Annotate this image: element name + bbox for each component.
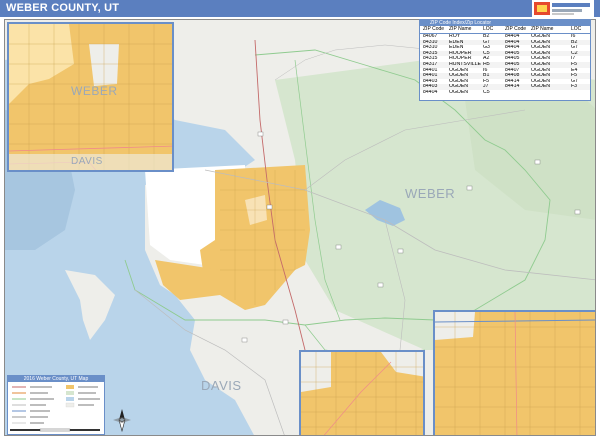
inset-north-label-davis: DAVIS: [71, 156, 103, 167]
county-label-weber: WEBER: [405, 186, 456, 201]
county-label-davis: DAVIS: [201, 378, 242, 393]
inset-central-graphic: [301, 352, 423, 435]
zip-row: 84404 OGDEN C5: [420, 90, 590, 96]
inset-map-north[interactable]: WEBER DAVIS: [7, 22, 174, 172]
zip-code-index: ZIP Code Index/Zip Locator ZIP Code ZIP …: [419, 19, 591, 101]
inset-east-graphic: [435, 312, 595, 435]
zip-name: OGDEN: [449, 89, 469, 95]
inset-north-label-weber: WEBER: [71, 84, 118, 98]
title-bar: WEBER COUNTY, UT: [0, 0, 600, 17]
zip-header-zip-code-1: ZIP Code: [423, 26, 445, 32]
zip-header-loc-1: LOC: [483, 26, 494, 32]
map-title: WEBER COUNTY, UT: [6, 2, 120, 14]
legend-symbols: [12, 385, 100, 424]
zip-table-header: ZIP Code ZIP Name LOC ZIP Code ZIP Name …: [420, 26, 590, 34]
market-maps-logo: [532, 0, 594, 17]
map-legend: 2016 Weber County, UT Map: [7, 375, 105, 435]
zip-code: 84404: [423, 89, 438, 95]
zip-header-zip-name-1: ZIP Name: [449, 26, 472, 32]
zip-loc: [571, 90, 589, 96]
inset-map-ogden-east[interactable]: [433, 310, 595, 435]
inset-north-graphic: [9, 24, 172, 170]
north-arrow-icon: [113, 409, 131, 432]
zip-name: [531, 90, 571, 96]
zip-code: [505, 90, 531, 96]
zip-header-loc-2: LOC: [571, 26, 582, 32]
zip-table-body: 84067 ROY B2 84404 OGDEN I6 84310 EDEN G7 84404 O…: [420, 34, 590, 96]
zip-header-zip-code-2: ZIP Code: [505, 26, 527, 32]
map-page: WEBER COUNTY, UT WEBER DAVIS WEBER DAVIS…: [0, 0, 600, 440]
scale-bar: [10, 428, 100, 432]
zip-header-zip-name-2: ZIP Name: [531, 26, 554, 32]
zip-loc: C5: [483, 89, 490, 95]
inset-map-ogden-central[interactable]: [299, 350, 425, 435]
